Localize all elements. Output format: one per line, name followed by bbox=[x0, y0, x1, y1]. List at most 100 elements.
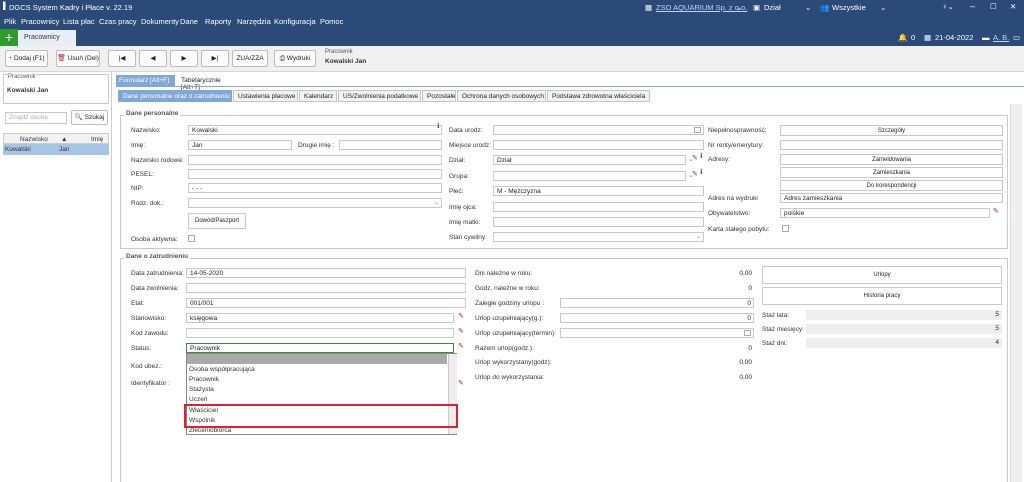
edit-icon[interactable]: ✎ bbox=[993, 207, 999, 215]
delete-employee-button[interactable]: 🗑 Usuń (Del) bbox=[56, 50, 100, 67]
column-header-surname[interactable]: Nazwisko bbox=[20, 136, 48, 143]
subtab-salary-settings[interactable]: Ustawienia płacowe bbox=[233, 90, 298, 102]
scope-selector[interactable]: Wszystkie bbox=[832, 3, 866, 12]
job-code-select[interactable] bbox=[186, 328, 454, 338]
family-name-field[interactable] bbox=[188, 155, 442, 165]
supp-leave-field[interactable]: 0 bbox=[560, 313, 754, 323]
status-select[interactable]: Pracownik bbox=[186, 343, 454, 353]
edit-icon[interactable]: ✎ bbox=[458, 327, 464, 335]
position-select[interactable]: księgowa bbox=[186, 313, 454, 323]
leaves-button[interactable]: Urlopy bbox=[762, 266, 1002, 284]
close-icon[interactable]: ✕ bbox=[1010, 2, 1016, 11]
menu-item-config[interactable]: Konfiguracja bbox=[274, 17, 316, 26]
list-item[interactable]: Pracownik bbox=[189, 376, 219, 383]
residence-card-checkbox[interactable] bbox=[782, 225, 789, 232]
info-icon[interactable]: ℹ bbox=[700, 152, 703, 160]
calendar-icon[interactable] bbox=[744, 330, 751, 336]
column-header-name[interactable]: Imię bbox=[91, 136, 103, 143]
mailing-address-button[interactable]: Do korespondencji bbox=[780, 180, 1003, 191]
list-item[interactable]: Osoba współpracująca bbox=[189, 366, 255, 373]
subtab-other[interactable]: Pozostałe bbox=[422, 90, 456, 102]
user-icon[interactable]: ♀⌄ bbox=[942, 2, 954, 11]
subtab-owner-health[interactable]: Podstawa zdrowotna właściciela bbox=[547, 90, 650, 102]
overdue-hours-field[interactable]: 0 bbox=[560, 298, 754, 308]
id-passport-button[interactable]: Dowód/Paszport bbox=[188, 213, 246, 229]
registered-address-button[interactable]: Zameldowania bbox=[780, 154, 1003, 165]
active-checkbox[interactable] bbox=[188, 235, 195, 242]
prev-record-button[interactable]: ◀ bbox=[139, 50, 167, 67]
print-button[interactable]: ⎙ Wydruki bbox=[274, 50, 316, 67]
surname-field[interactable]: Kowalski bbox=[188, 125, 442, 135]
dept-selector[interactable]: Dział bbox=[764, 3, 781, 12]
edit-icon[interactable]: ✎ bbox=[692, 154, 698, 162]
edit-icon[interactable]: ✎ bbox=[458, 379, 464, 387]
pension-field[interactable] bbox=[780, 140, 1003, 150]
mother-name-field[interactable] bbox=[493, 217, 704, 227]
name-field[interactable]: Jan bbox=[188, 140, 292, 150]
citizenship-select[interactable]: polskie bbox=[780, 208, 990, 218]
add-tab-button[interactable]: + bbox=[0, 29, 18, 46]
info-icon[interactable]: ℹ bbox=[700, 168, 703, 176]
user-initials[interactable]: A. B. bbox=[993, 33, 1009, 42]
birth-date-field[interactable] bbox=[493, 125, 704, 135]
chevron-down-icon[interactable]: ⌄ bbox=[880, 3, 886, 12]
first-record-button[interactable]: |◀ bbox=[108, 50, 136, 67]
zua-zza-button[interactable]: ZUA/ZZA bbox=[232, 50, 268, 67]
menu-item-documents[interactable]: Dokumenty bbox=[141, 17, 179, 26]
search-button[interactable]: 🔍 Szukaj bbox=[71, 110, 108, 125]
menu-item-data[interactable]: Dane bbox=[180, 17, 198, 26]
edit-icon[interactable]: ✎ bbox=[458, 342, 464, 350]
tab-employees[interactable]: Pracownicy bbox=[18, 30, 76, 46]
add-employee-button[interactable]: + Dodaj (F1) bbox=[5, 50, 48, 67]
next-record-button[interactable]: ▶ bbox=[170, 50, 198, 67]
tab-table[interactable]: Tabelarycznie [Alt+T] bbox=[178, 75, 242, 91]
menu-item-reports[interactable]: Raporty bbox=[205, 17, 231, 26]
info-icon[interactable]: ℹ bbox=[437, 122, 440, 130]
company-selector[interactable]: ZSO AQUARIUM Sp. z o.o. bbox=[656, 3, 747, 12]
supp-leave-term-field[interactable] bbox=[560, 328, 754, 338]
print-address-select[interactable]: Adres zamieszkania bbox=[780, 193, 1003, 203]
group-select[interactable] bbox=[493, 171, 686, 181]
termination-date-field[interactable] bbox=[186, 283, 466, 293]
nip-field[interactable]: - - - bbox=[188, 183, 442, 193]
etat-field[interactable]: 001/001 bbox=[186, 298, 466, 308]
list-item[interactable]: Zleceniobiorca bbox=[189, 427, 231, 434]
user-panel-icon[interactable]: ▭ bbox=[1013, 33, 1020, 42]
tab-form[interactable]: Formularz [Alt+F] bbox=[116, 75, 175, 86]
doc-type-select[interactable]: ⌄ bbox=[188, 198, 442, 208]
menu-item-payroll[interactable]: Lista płac bbox=[63, 17, 95, 26]
pesel-field[interactable] bbox=[188, 169, 442, 179]
maximize-icon[interactable]: ☐ bbox=[990, 2, 997, 11]
subtab-data-protection[interactable]: Ochrona danych osobowych bbox=[457, 90, 546, 102]
last-record-button[interactable]: ▶| bbox=[201, 50, 229, 67]
edit-icon[interactable]: ✎ bbox=[458, 312, 464, 320]
chevron-down-icon[interactable]: ⌄ bbox=[736, 3, 742, 12]
father-name-field[interactable] bbox=[493, 202, 704, 212]
birth-place-field[interactable] bbox=[493, 140, 704, 150]
edit-icon[interactable]: ✎ bbox=[692, 170, 698, 178]
work-history-button[interactable]: Historia pracy bbox=[762, 287, 1002, 305]
minimize-icon[interactable]: – bbox=[970, 1, 975, 11]
hire-date-field[interactable]: 14-05-2020 bbox=[186, 268, 466, 278]
list-item[interactable]: Uczeń bbox=[189, 396, 207, 403]
sex-select[interactable]: M - Mężczyzna bbox=[493, 186, 704, 196]
menu-item-employees[interactable]: Pracownicy bbox=[21, 17, 59, 26]
list-item[interactable]: Stażysta bbox=[189, 386, 214, 393]
menu-item-file[interactable]: Plik bbox=[4, 17, 16, 26]
calendar-icon[interactable] bbox=[694, 127, 701, 133]
residence-address-button[interactable]: Zamieszkania bbox=[780, 167, 1003, 178]
list-item[interactable] bbox=[187, 354, 447, 364]
table-row[interactable]: Kowalski Jan bbox=[3, 144, 109, 155]
dept-select[interactable]: Dział bbox=[493, 155, 686, 165]
vertical-scrollbar[interactable] bbox=[1010, 104, 1022, 482]
subtab-calendar[interactable]: Kalendarz bbox=[299, 90, 337, 102]
search-input[interactable]: Znajdź osobę bbox=[5, 112, 67, 124]
civil-status-select[interactable]: ⌄ bbox=[493, 232, 704, 242]
menu-item-help[interactable]: Pomoc bbox=[320, 17, 343, 26]
menu-item-worktime[interactable]: Czas pracy bbox=[99, 17, 137, 26]
second-name-field[interactable] bbox=[339, 140, 442, 150]
notification-icon[interactable]: 🔔 bbox=[898, 33, 907, 42]
disability-details-button[interactable]: Szczegóły bbox=[780, 125, 1003, 136]
menu-item-tools[interactable]: Narzędzia bbox=[237, 17, 271, 26]
chevron-down-icon[interactable]: ⌄ bbox=[805, 3, 811, 12]
